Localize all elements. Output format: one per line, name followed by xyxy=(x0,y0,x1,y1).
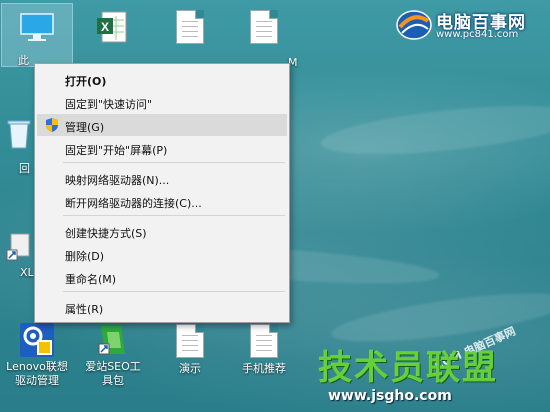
menu-item-open[interactable]: 打开(O) xyxy=(37,68,287,90)
xl-shortcut-label: XL xyxy=(20,266,34,279)
seo-toolkit-icon xyxy=(98,326,125,355)
document-icon xyxy=(176,324,204,358)
spreadsheet-icon: X xyxy=(97,11,127,43)
lenovo-gear-icon xyxy=(20,323,54,357)
menu-item-create-shortcut[interactable]: 创建快捷方式(S) xyxy=(37,220,287,242)
pc841-site-url: www.pc841.com xyxy=(436,29,519,40)
phone-recommend-label: 手机推荐 xyxy=(242,362,286,375)
monitor-icon xyxy=(20,13,54,41)
presentation-file-icon[interactable]: 演示 xyxy=(158,318,222,388)
recycle-bin-graphic-icon xyxy=(7,120,31,149)
wave-highlight xyxy=(318,96,550,164)
shortcut-icon xyxy=(6,233,30,261)
jsgho-url-watermark: www.jsgho.com xyxy=(328,388,452,404)
menu-item-properties[interactable]: 属性(R) xyxy=(37,296,287,318)
presentation-label: 演示 xyxy=(179,362,201,375)
lenovo-driver-manager-icon[interactable]: Lenovo联想 驱动管理 xyxy=(2,320,72,390)
phone-recommend-file-icon[interactable]: 手机推荐 xyxy=(232,318,296,388)
menu-item-manage[interactable]: 管理(G) xyxy=(37,114,287,136)
this-pc-label: 此 xyxy=(18,54,29,67)
menu-item-rename[interactable]: 重命名(M) xyxy=(37,266,287,288)
svg-text:X: X xyxy=(101,20,109,34)
xl-shortcut-icon[interactable]: XL xyxy=(2,228,36,298)
menu-item-pin-quick-access[interactable]: 固定到"快速访问" xyxy=(37,91,287,113)
document-icon xyxy=(250,10,278,44)
recycle-bin-icon[interactable]: 回 xyxy=(2,110,36,180)
this-pc-icon[interactable]: 此 xyxy=(1,3,73,67)
aizhan-seo-toolkit-icon[interactable]: 爱站SEO工 具包 xyxy=(78,320,148,390)
uac-shield-icon xyxy=(46,118,58,132)
menu-item-pin-start[interactable]: 固定到"开始"屏幕(P) xyxy=(37,137,287,159)
context-menu: 打开(O) 固定到"快速访问" 管理(G) 固定到"开始"屏幕(P) 映射网络驱… xyxy=(34,63,290,323)
menu-separator xyxy=(63,215,285,216)
jsgho-brand-watermark: 技术员联盟 xyxy=(318,348,498,388)
menu-item-disconnect-network-drive[interactable]: 断开网络驱动器的连接(C)... xyxy=(37,190,287,212)
pc841-swirl-icon xyxy=(396,10,432,40)
document-icon xyxy=(176,10,204,44)
lenovo-label: Lenovo联想 驱动管理 xyxy=(6,360,68,387)
document-icon xyxy=(250,324,278,358)
pc841-logo: 电脑百事网 www.pc841.com xyxy=(394,4,544,44)
menu-item-delete[interactable]: 删除(D) xyxy=(37,243,287,265)
menu-separator xyxy=(63,291,285,292)
aizhan-label: 爱站SEO工 具包 xyxy=(85,360,141,387)
menu-separator xyxy=(63,162,285,163)
menu-item-map-network-drive[interactable]: 映射网络驱动器(N)... xyxy=(37,167,287,189)
recycle-bin-label: 回 xyxy=(19,162,30,175)
